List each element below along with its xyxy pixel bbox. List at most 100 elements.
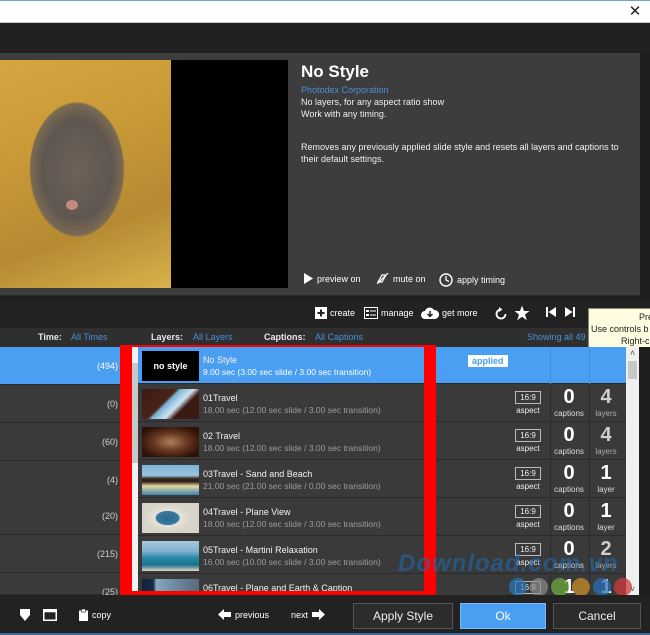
shield-icon [20, 609, 30, 621]
previous-button[interactable]: previous [218, 609, 269, 620]
aspect-badge: 16:9 [515, 391, 541, 404]
aspect-badge: 16:9 [515, 505, 541, 518]
captions-count: 0 [563, 424, 575, 446]
layers-label: layer [597, 485, 615, 494]
category-count: (0) [107, 399, 118, 409]
favorite-button[interactable] [514, 305, 530, 321]
applied-badge: applied [468, 355, 508, 367]
layers-filter-label: Layers: [151, 332, 184, 342]
tooltip: Pre Use controls b Right-cli [588, 308, 650, 350]
style-title: No Style [301, 62, 370, 81]
watermark-dot [572, 578, 590, 596]
preview-letterbox [171, 60, 288, 288]
preview-toggle-label: preview on [317, 273, 361, 284]
category-count: (494) [96, 361, 118, 371]
play-icon [304, 273, 313, 284]
inner-scrollbar[interactable] [132, 347, 138, 591]
mute-toggle[interactable]: mute on [377, 273, 426, 284]
category-item[interactable]: (20) [0, 497, 120, 535]
category-count: (215) [96, 549, 118, 559]
category-item[interactable]: (0) [0, 385, 120, 423]
layers-count: 1 [600, 500, 612, 522]
style-list-scrollbar[interactable]: ˄ ˅ [626, 347, 639, 595]
window-icon [43, 609, 57, 621]
aspect-badge: 16:9 [515, 467, 541, 480]
category-item[interactable]: (4) [0, 461, 120, 499]
watermark: Download.com.vn [398, 550, 619, 577]
previous-label: previous [235, 609, 270, 620]
star-icon [514, 305, 530, 321]
category-item[interactable]: (215) [0, 535, 120, 573]
create-button[interactable]: create [315, 307, 355, 319]
watermark-dot [551, 578, 569, 596]
captions-count: 0 [563, 386, 575, 408]
captions-filter-label: Captions: [264, 332, 306, 342]
layers-filter-dropdown[interactable]: All Layers [193, 332, 233, 342]
last-button[interactable] [565, 307, 575, 317]
style-info-line-1: No layers, for any aspect ratio show [301, 97, 445, 107]
refresh-icon [495, 307, 507, 320]
aspect-label: aspect [516, 444, 540, 453]
category-count: (20) [101, 511, 118, 521]
aspect-label: aspect [516, 406, 540, 415]
mute-toggle-label: mute on [393, 273, 426, 284]
aspect-label: aspect [516, 520, 540, 529]
category-item[interactable]: (60) [0, 423, 120, 461]
apply-timing-label: apply timing [457, 275, 506, 285]
scroll-up-icon[interactable]: ˄ [626, 347, 639, 359]
first-button[interactable] [546, 307, 556, 317]
shield-button[interactable] [20, 609, 30, 621]
top-strip [0, 23, 650, 53]
style-description: Removes any previously applied slide sty… [301, 142, 619, 164]
style-info-line-2: Work with any timing. [301, 109, 387, 119]
time-filter-label: Time: [38, 332, 62, 342]
manage-button[interactable]: manage [364, 307, 414, 319]
close-button[interactable]: ✕ [626, 3, 644, 21]
apply-style-button[interactable]: Apply Style [353, 603, 453, 629]
watermark-dot [509, 578, 527, 596]
layers-label: layers [595, 409, 617, 418]
refresh-button[interactable] [494, 307, 508, 321]
apply-timing-toggle[interactable]: apply timing [439, 273, 505, 287]
get-more-label: get more [442, 308, 478, 318]
tooltip-line-2: Use controls b [591, 324, 649, 334]
copy-button[interactable]: copy [79, 609, 111, 621]
style-author-link[interactable]: Photodex Corporation [301, 85, 389, 95]
layers-count: 4 [600, 424, 612, 446]
captions-count: 0 [563, 462, 575, 484]
plus-icon [315, 307, 327, 319]
category-item[interactable]: (494) [0, 347, 120, 385]
tooltip-line-3: Right-cli [621, 336, 650, 346]
manage-label: manage [381, 308, 414, 318]
window-button[interactable] [43, 609, 57, 621]
get-more-button[interactable]: get more [421, 307, 478, 319]
scrollbar-thumb[interactable] [628, 361, 637, 379]
cloud-download-icon [421, 307, 439, 319]
captions-label: captions [554, 523, 584, 532]
aspect-badge: 16:9 [515, 429, 541, 442]
layers-count: 1 [600, 462, 612, 484]
clipboard-icon [79, 609, 88, 621]
preview-toggle[interactable]: preview on [304, 273, 361, 284]
captions-count: 0 [563, 500, 575, 522]
ok-button[interactable]: Ok [460, 603, 546, 629]
watermark-dot [530, 578, 548, 596]
captions-label: captions [554, 409, 584, 418]
close-icon: ✕ [628, 3, 642, 20]
watermark-dot [614, 578, 632, 596]
skip-forward-icon [565, 307, 575, 317]
copy-label: copy [92, 610, 112, 620]
layers-count: 4 [600, 386, 612, 408]
category-item[interactable]: (25) [0, 573, 120, 597]
captions-filter-dropdown[interactable]: All Captions [315, 332, 363, 342]
layers-label: layers [595, 447, 617, 456]
manage-icon [364, 307, 378, 319]
clock-icon [439, 273, 453, 287]
next-button[interactable]: next [291, 609, 326, 620]
cancel-button[interactable]: Cancel [553, 603, 641, 629]
captions-label: captions [554, 485, 584, 494]
tooltip-line-1: Pre [638, 312, 650, 322]
title-bar: ✕ [0, 0, 650, 23]
layers-label: layer [597, 523, 615, 532]
time-filter-dropdown[interactable]: All Times [71, 332, 108, 342]
